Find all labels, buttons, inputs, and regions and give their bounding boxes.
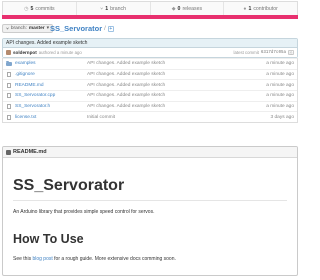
file-icon: [7, 114, 11, 120]
file-age: a minute ago: [266, 72, 294, 78]
file-name-link[interactable]: SS_Servorator.cpp: [15, 93, 87, 98]
file-icon: [7, 104, 11, 110]
table-row: SS_Servorator.h API changes. Added examp…: [3, 100, 297, 112]
branch-prefix: branch:: [10, 26, 27, 31]
readme-title: SS_Servorator: [13, 176, 287, 201]
readme-header-title: README.md: [13, 149, 47, 155]
file-age: a minute ago: [266, 93, 294, 99]
chevron-down-icon: ▾: [46, 26, 50, 31]
avatar[interactable]: [6, 50, 11, 55]
usage-text-after: for a rough guide. More extensive docs c…: [54, 256, 176, 262]
file-commit-message[interactable]: API changes. Added example sketch: [87, 104, 247, 109]
add-file-icon[interactable]: +: [107, 25, 114, 32]
file-name-link[interactable]: license.txt: [15, 115, 87, 120]
readme-body: SS_Servorator An Arduino library that pr…: [3, 176, 297, 262]
commits-icon: ◷: [24, 5, 29, 12]
readme-header: README.md: [3, 147, 297, 158]
stat-branches[interactable]: ⑂ 1 branch: [75, 2, 150, 15]
stat-label: commits: [35, 5, 55, 12]
stat-count: 1: [105, 5, 109, 12]
table-row: license.txt Initial commit 3 days ago: [3, 111, 297, 122]
file-name-link[interactable]: SS_Servorator.h: [15, 104, 87, 109]
file-age: a minute ago: [266, 61, 294, 67]
file-age: 3 days ago: [270, 114, 294, 120]
stat-count: 1: [248, 5, 252, 12]
stat-label: releases: [182, 5, 203, 12]
file-icon: [7, 72, 11, 78]
releases-icon: ◆: [171, 5, 176, 12]
repo-name-link[interactable]: SS_Servorator: [50, 24, 102, 33]
table-row: README.md API changes. Added example ske…: [3, 79, 297, 90]
stat-count: 5: [30, 5, 34, 12]
book-icon: [6, 149, 11, 155]
file-commit-message[interactable]: API changes. Added example sketch: [87, 83, 247, 88]
clipboard-icon[interactable]: ⎘: [288, 50, 294, 55]
usage-text-before: See this: [13, 256, 32, 262]
table-row: .gitignore API changes. Added example sk…: [3, 68, 297, 80]
repo-stats-bar: ◷ 5 commits ⑂ 1 branch ◆ 0 releases ● 1 …: [2, 1, 298, 15]
stat-releases[interactable]: ◆ 0 releases: [149, 2, 224, 15]
folder-icon: [6, 60, 12, 66]
file-icon: [7, 93, 11, 99]
table-row: examples API changes. Added example sket…: [3, 58, 297, 69]
breadcrumb-separator: /: [104, 25, 106, 32]
commit-message[interactable]: API changes. Added example sketch: [3, 39, 297, 48]
stat-contributors[interactable]: ● 1 contributor: [223, 2, 297, 15]
file-name-link[interactable]: README.md: [15, 83, 87, 88]
readme-section-heading: How To Use: [13, 232, 84, 246]
latest-commit-label: latest commit: [233, 50, 259, 55]
file-name-link[interactable]: examples: [15, 61, 87, 66]
file-age: a minute ago: [266, 104, 294, 110]
stat-count: 0: [177, 5, 181, 12]
branch-icon: ⑂: [100, 5, 104, 12]
commit-sha-group: latest commit 6317d7c05a ⎘: [234, 50, 294, 55]
file-commit-message[interactable]: Initial commit: [87, 115, 247, 120]
file-list: examples API changes. Added example sket…: [2, 58, 298, 124]
file-icon: [7, 82, 11, 88]
stat-label: branch: [110, 5, 127, 12]
file-name-link[interactable]: .gitignore: [15, 72, 87, 77]
readme-panel: README.md SS_Servorator An Arduino libra…: [2, 146, 298, 276]
contributors-icon: ●: [243, 5, 247, 12]
commit-author[interactable]: soldernpot: [13, 50, 37, 55]
readme-usage-text: See this blog post for a rough guide. Mo…: [13, 256, 287, 262]
readme-description: An Arduino library that provides simple …: [13, 209, 155, 215]
repo-breadcrumb: SS_Servorator / +: [50, 24, 114, 33]
commit-sha[interactable]: 6317d7c05a: [261, 51, 286, 55]
latest-commit-box: API changes. Added example sketch solder…: [2, 38, 298, 58]
table-row: SS_Servorator.cpp API changes. Added exa…: [3, 90, 297, 101]
file-commit-message[interactable]: API changes. Added example sketch: [87, 93, 247, 98]
commit-time: authored a minute ago: [38, 50, 82, 55]
branch-icon: ⑂: [6, 26, 9, 32]
language-bar[interactable]: [2, 15, 298, 19]
file-commit-message[interactable]: API changes. Added example sketch: [87, 61, 247, 66]
file-age: a minute ago: [266, 82, 294, 88]
commit-meta: soldernpot authored a minute ago latest …: [3, 48, 297, 57]
blog-post-link[interactable]: blog post: [32, 256, 52, 262]
stat-commits[interactable]: ◷ 5 commits: [3, 2, 76, 15]
stat-label: contributor: [253, 5, 278, 12]
branch-selector-button[interactable]: ⑂ branch: master ▾: [2, 24, 54, 33]
file-commit-message[interactable]: API changes. Added example sketch: [87, 72, 247, 77]
branch-name: master: [28, 26, 45, 31]
